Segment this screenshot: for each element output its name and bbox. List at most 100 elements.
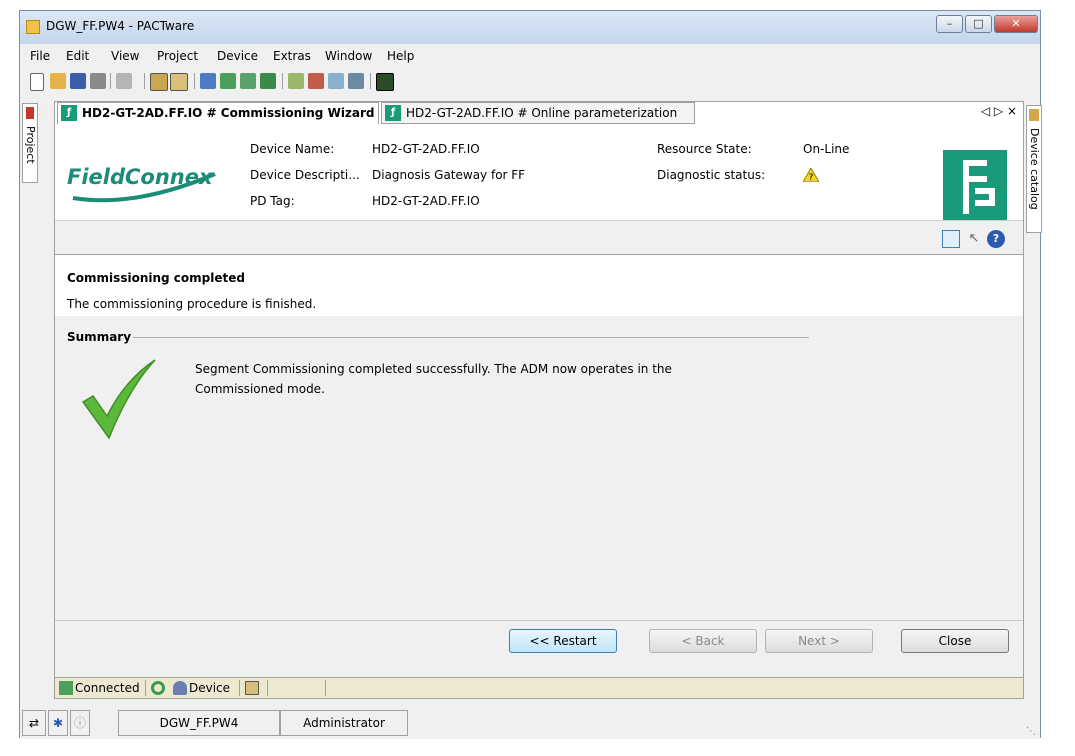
upload-icon[interactable] (260, 73, 276, 89)
summary-text-line-1: Segment Commissioning completed successf… (195, 362, 672, 376)
device-add-icon[interactable] (308, 73, 324, 89)
network-icon (245, 681, 259, 695)
checkmark-icon (81, 359, 156, 440)
project-file-name: DGW_FF.PW4 (118, 710, 280, 736)
project-side-tab[interactable]: Project (22, 103, 38, 183)
next-button[interactable]: Next > (765, 629, 873, 653)
app-window: DGW_FF.PW4 - PACTware – □ ✕ File Edit Vi… (19, 10, 1042, 739)
device-name-value: HD2-GT-2AD.FF.IO (372, 142, 480, 156)
project-icon (26, 107, 34, 119)
window-icon[interactable] (200, 73, 216, 89)
status-separator (267, 680, 268, 696)
pd-tag-label: PD Tag: (250, 194, 295, 208)
resource-state-label: Resource State: (657, 142, 752, 156)
tab-navigation-controls[interactable]: ◁ ▷ × (981, 104, 1017, 118)
menu-view[interactable]: View (111, 49, 139, 63)
status-message-title: Commissioning completed (67, 271, 245, 285)
fp-tab-icon: ƒ (61, 105, 77, 121)
save-icon[interactable] (70, 73, 86, 89)
device-catalog-side-tab[interactable]: Device catalog (1026, 105, 1042, 233)
copy-icon[interactable] (116, 73, 132, 89)
device-header: FieldConnex Device Name: HD2-GT-2AD.FF.I… (55, 124, 1023, 224)
summary-text-line-2: Commissioned mode. (195, 382, 325, 396)
status-message-text: The commissioning procedure is finished. (67, 297, 317, 311)
status-separator (145, 680, 146, 696)
help-icon[interactable]: ? (987, 230, 1005, 248)
pointer-help-icon[interactable]: ↖ (965, 230, 983, 248)
window-close-button[interactable]: ✕ (994, 15, 1038, 33)
device-status: Device (189, 681, 231, 695)
restart-button[interactable]: << Restart (509, 629, 617, 653)
right-side-rail: Device catalog (1026, 99, 1042, 679)
topology-icon[interactable] (348, 73, 364, 89)
tab-commissioning-wizard[interactable]: ƒ HD2-GT-2AD.FF.IO # Commissioning Wizar… (57, 102, 379, 124)
refresh-icon[interactable] (151, 681, 165, 695)
connected-status: Connected (75, 681, 140, 695)
toolbar-separator (144, 73, 145, 89)
project-tab-label: Project (24, 126, 37, 164)
document-area: ƒ HD2-GT-2AD.FF.IO # Commissioning Wizar… (54, 101, 1024, 678)
toolbar-separator (370, 73, 371, 89)
device-view-icon[interactable] (170, 73, 188, 91)
status-message-panel: Commissioning completed The commissionin… (55, 254, 1023, 318)
disconnect-icon[interactable] (240, 73, 256, 89)
scan-icon[interactable] (328, 73, 344, 89)
toolbar-separator (194, 73, 195, 89)
title-bar: DGW_FF.PW4 - PACTware – □ ✕ (20, 11, 1040, 44)
warning-icon: ? (803, 168, 819, 182)
download-icon[interactable] (288, 73, 304, 89)
pd-tag-value: HD2-GT-2AD.FF.IO (372, 194, 480, 208)
device-icon (173, 681, 187, 695)
menu-edit[interactable]: Edit (66, 49, 89, 63)
info-icon[interactable]: ⓘ (70, 710, 90, 736)
pepperl-fuchs-logo (943, 150, 1007, 224)
device-description-label: Device Descripti... (250, 168, 360, 182)
minimize-button[interactable]: – (936, 15, 963, 33)
device-description-value: Diagnosis Gateway for FF (372, 168, 526, 182)
open-folder-icon[interactable] (50, 73, 66, 89)
toolbar (20, 68, 1040, 94)
app-icon (26, 20, 40, 34)
link-status-icon[interactable]: ⇄ (22, 710, 46, 736)
catalog-icon (1029, 109, 1039, 121)
status-bar: Connected Device (54, 677, 1024, 699)
tab-label: HD2-GT-2AD.FF.IO # Online parameterizati… (406, 106, 678, 120)
toolbar-separator (110, 73, 111, 89)
tab-online-parameterization[interactable]: ƒ HD2-GT-2AD.FF.IO # Online parameteriza… (381, 102, 695, 124)
summary-title: Summary (67, 330, 132, 344)
resize-grip-icon[interactable]: ⋱ (1026, 726, 1036, 737)
wizard-content: Summary Segment Commissioning completed … (55, 316, 1023, 678)
menu-file[interactable]: File (30, 49, 50, 63)
maximize-button[interactable]: □ (965, 15, 992, 33)
svg-text:?: ? (809, 173, 814, 182)
bottom-bar: ⇄ ✱ ⓘ DGW_FF.PW4 Administrator ⋱ (20, 706, 1040, 739)
tab-label: HD2-GT-2AD.FF.IO # Commissioning Wizard (82, 106, 375, 120)
left-side-rail: Project (20, 99, 40, 679)
new-file-icon[interactable] (30, 73, 44, 91)
menu-device[interactable]: Device (217, 49, 258, 63)
network-view-icon[interactable] (150, 73, 168, 91)
window-title: DGW_FF.PW4 - PACTware (46, 19, 195, 33)
layout-icon[interactable] (942, 230, 960, 248)
menu-help[interactable]: Help (387, 49, 414, 63)
menu-project[interactable]: Project (157, 49, 198, 63)
device-catalog-tab-label: Device catalog (1028, 128, 1041, 210)
print-icon[interactable] (90, 73, 106, 89)
menu-window[interactable]: Window (325, 49, 372, 63)
connect-icon[interactable] (220, 73, 236, 89)
menu-extras[interactable]: Extras (273, 49, 311, 63)
device-name-label: Device Name: (250, 142, 335, 156)
logo-text: FieldConnex (67, 165, 214, 189)
connected-icon (59, 681, 73, 695)
back-button[interactable]: < Back (649, 629, 757, 653)
menu-bar: File Edit View Project Device Extras Win… (20, 45, 1040, 67)
close-button[interactable]: Close (901, 629, 1009, 653)
resource-state-value: On-Line (803, 142, 850, 156)
trend-icon[interactable] (376, 73, 394, 91)
wizard-tool-bar: ↖ ? (55, 220, 1023, 255)
fp-tab-icon: ƒ (385, 105, 401, 121)
summary-divider (133, 337, 809, 338)
asterisk-icon[interactable]: ✱ (48, 710, 68, 736)
status-separator (325, 680, 326, 696)
diagnostic-status-label: Diagnostic status: (657, 168, 766, 182)
